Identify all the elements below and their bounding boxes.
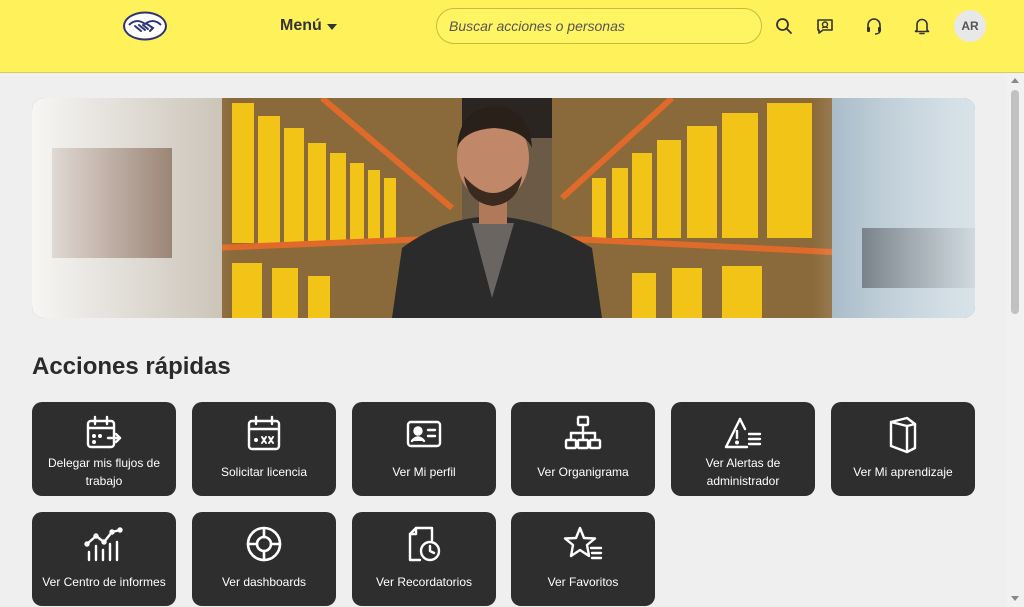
target-icon bbox=[244, 524, 284, 564]
hero-banner-image bbox=[32, 98, 975, 318]
alert-list-icon bbox=[723, 414, 763, 454]
tile-label: Ver Mi perfil bbox=[392, 465, 456, 479]
tile-label: Ver Organigrama bbox=[537, 465, 629, 479]
vertical-scrollbar[interactable] bbox=[1007, 74, 1024, 607]
bell-icon[interactable] bbox=[910, 14, 934, 38]
tile-label: Ver Mi aprendizaje bbox=[853, 465, 953, 479]
analytics-icon bbox=[84, 524, 124, 564]
calendar-forward-icon bbox=[84, 414, 124, 454]
scrollbar-thumb[interactable] bbox=[1011, 90, 1019, 314]
tile-ver-dashboards[interactable]: Ver dashboards bbox=[192, 512, 336, 606]
tile-ver-organigrama[interactable]: Ver Organigrama bbox=[511, 402, 655, 496]
mercadolibre-logo-icon[interactable] bbox=[121, 10, 169, 42]
tile-ver-mi-perfil[interactable]: Ver Mi perfil bbox=[352, 402, 496, 496]
scroll-up-arrow-icon[interactable] bbox=[1011, 78, 1019, 83]
id-card-icon bbox=[404, 414, 444, 454]
tile-label: Ver Centro de informes bbox=[42, 575, 166, 589]
top-bar: Menú AR bbox=[0, 0, 1024, 73]
org-chart-icon bbox=[563, 414, 603, 454]
calendar-cancel-icon bbox=[244, 414, 284, 454]
book-icon bbox=[883, 414, 923, 454]
document-clock-icon bbox=[404, 524, 444, 564]
tile-label: Ver dashboards bbox=[221, 575, 307, 589]
tile-label: Ver Favoritos bbox=[547, 575, 619, 589]
chevron-down-icon bbox=[326, 24, 337, 30]
tile-label: Ver Alertas de administrador bbox=[705, 456, 781, 488]
avatar[interactable]: AR bbox=[954, 10, 986, 42]
tile-ver-alertas-admin[interactable]: Ver Alertas de administrador bbox=[671, 402, 815, 496]
tile-ver-mi-aprendizaje[interactable]: Ver Mi aprendizaje bbox=[831, 402, 975, 496]
avatar-initials: AR bbox=[961, 19, 979, 33]
tile-label: Ver Recordatorios bbox=[375, 575, 473, 589]
chat-bot-icon[interactable] bbox=[813, 14, 837, 38]
tile-ver-centro-informes[interactable]: Ver Centro de informes bbox=[32, 512, 176, 606]
tile-solicitar-licencia[interactable]: Solicitar licencia bbox=[192, 402, 336, 496]
menu-label: Menú bbox=[280, 17, 322, 34]
star-list-icon bbox=[563, 524, 603, 564]
tile-label: Delegar mis flujos de trabajo bbox=[47, 456, 161, 488]
tile-label: Solicitar licencia bbox=[220, 465, 308, 479]
tile-ver-favoritos[interactable]: Ver Favoritos bbox=[511, 512, 655, 606]
menu-button[interactable]: Menú bbox=[280, 16, 337, 36]
tile-delegar-flujos[interactable]: Delegar mis flujos de trabajo bbox=[32, 402, 176, 496]
headset-icon[interactable] bbox=[862, 14, 886, 38]
search-input[interactable] bbox=[436, 8, 762, 44]
scroll-down-arrow-icon[interactable] bbox=[1011, 596, 1019, 601]
tile-ver-recordatorios[interactable]: Ver Recordatorios bbox=[352, 512, 496, 606]
search-icon[interactable] bbox=[772, 14, 796, 38]
quick-actions-title: Acciones rápidas bbox=[32, 353, 231, 380]
